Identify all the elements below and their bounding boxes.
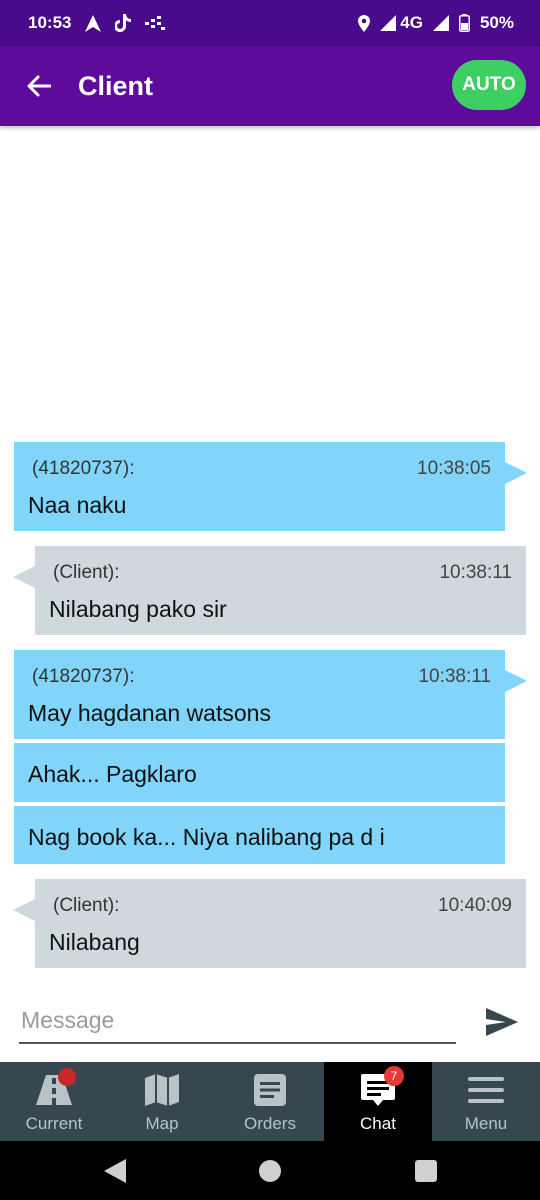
message-input[interactable] [19,998,456,1044]
message-text: May hagdanan watsons [28,700,271,726]
message-bubble-incoming: (Client): 10:40:09 Nilabang [13,879,526,968]
location-pin-icon [358,14,371,32]
nav-label: Current [25,1114,83,1133]
send-button[interactable] [482,1002,522,1042]
circle-home-icon [259,1160,281,1182]
nav-item-menu[interactable]: Menu [432,1062,540,1141]
message-bubble-incoming: (Client): 10:38:11 Nilabang pako sir [13,546,526,635]
nav-label: Orders [244,1114,296,1133]
bubble-tail [13,899,35,921]
message-composer [0,992,540,1054]
menu-icon [468,1072,504,1108]
status-time: 10:53 [28,13,72,32]
bubble-tail [13,566,35,588]
message-bubble-outgoing: (41820737): 10:38:05 Naa naku [14,442,527,531]
message-time: 10:38:11 [418,666,491,687]
message-text: Nilabang [49,929,140,955]
message-time: 10:38:11 [439,562,512,583]
triangle-back-icon [104,1159,126,1183]
arrow-left-icon [27,75,51,97]
back-button[interactable] [14,61,64,111]
message-bubble-continuation: Nag book ka... Niya nalibang pa d i [14,806,505,864]
tiktok-icon [115,14,132,32]
system-home-button[interactable] [257,1158,283,1184]
message-time: 10:40:09 [438,895,512,916]
system-recents-button[interactable] [413,1158,439,1184]
battery-level: 50% [479,13,514,32]
message-bubble-continuation: Ahak... Pagklaro [14,743,505,802]
message-text: Ahak... Pagklaro [28,761,197,787]
signal-icon [380,15,397,31]
bottom-nav: Current Map Orders 7 Chat Menu [0,1062,540,1141]
send-icon [486,1008,518,1036]
system-navigation-bar [0,1141,540,1200]
page-title: Client [78,70,154,101]
message-text: Naa naku [28,492,127,518]
nav-item-chat[interactable]: 7 Chat [324,1062,432,1141]
square-recents-icon [415,1160,437,1182]
status-bar: 10:53 4G 50% [0,0,540,46]
message-text: Nag book ka... Niya nalibang pa d i [28,824,385,850]
message-bubble-outgoing: (41820737): 10:38:11 May hagdanan watson… [14,650,527,739]
status-left: 10:53 [28,13,166,33]
message-sender: (Client): [53,562,120,583]
message-time: 10:38:05 [417,458,491,479]
notification-dot [58,1068,76,1086]
bubble-tail [505,462,527,484]
message-sender: (41820737): [32,458,135,479]
bubble-tail [505,670,527,692]
navigation-arrow-icon [85,14,102,32]
map-icon [145,1072,179,1108]
message-sender: (41820737): [32,666,135,687]
system-back-button[interactable] [102,1158,128,1184]
message-text: Nilabang pako sir [49,596,227,622]
nav-item-current[interactable]: Current [0,1062,108,1141]
app-bar: Client AUTO [0,46,540,126]
nav-label: Menu [464,1114,508,1133]
network-type: 4G [400,13,423,32]
nav-label: Map [145,1114,179,1133]
signal-dots-icon [145,16,166,30]
nav-label: Chat [360,1114,396,1133]
signal-icon [432,15,449,31]
orders-icon [254,1072,286,1108]
battery-icon [458,14,470,32]
chat-badge: 7 [384,1066,404,1086]
auto-button[interactable]: AUTO [452,60,526,110]
message-sender: (Client): [53,895,120,916]
nav-item-orders[interactable]: Orders [216,1062,324,1141]
status-right: 4G 50% [358,13,514,33]
nav-item-map[interactable]: Map [108,1062,216,1141]
